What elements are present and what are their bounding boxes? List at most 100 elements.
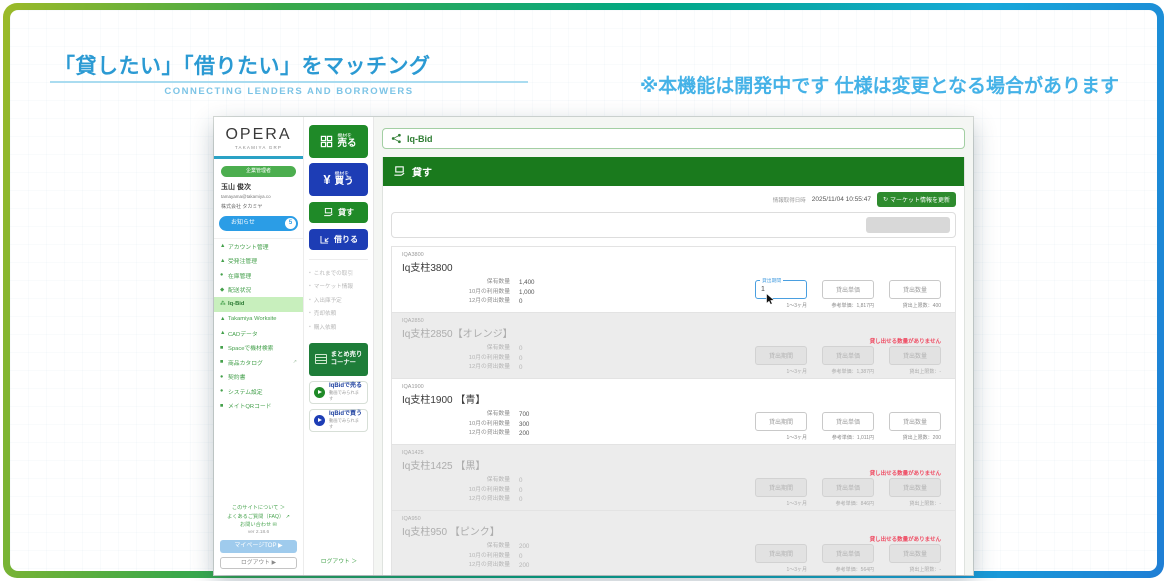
stat-value: 0 [519, 297, 522, 307]
mypage-top-button[interactable]: マイページTOP ▶ [220, 540, 297, 553]
stat-value: 0 [519, 552, 522, 562]
refresh-market-button[interactable]: ↻ マーケット情報を更新 [877, 192, 956, 207]
sidebar-item[interactable]: ▲受発注管理 [214, 254, 303, 269]
user-company: 株式会社 タカミヤ [221, 203, 296, 210]
field-group: 貸出数量貸出上限数：- [889, 544, 941, 573]
video-link-card[interactable]: IqBidで買う動画でみられます [309, 409, 368, 432]
stat-label: 保有数量 [402, 410, 510, 420]
stat-value: 0 [519, 363, 522, 373]
video-sublabel: 動画でみられます [329, 390, 363, 400]
field-group: 貸出単価参考単価：846円 [822, 478, 874, 507]
sell-button[interactable]: 機材を 売る [309, 125, 368, 158]
field-貸出単価: 貸出単価 [822, 478, 874, 497]
sidebar-item-label: CADデータ [228, 329, 258, 338]
slide: 「貸したい」「借りたい」をマッチング CONNECTING LENDERS AN… [0, 0, 1167, 581]
sidebar-item-label: メイトQRコード [228, 401, 271, 410]
bundle-icon [315, 354, 327, 364]
search-machine-icon: ■ [220, 345, 228, 351]
catalog-icon: ■ [220, 359, 228, 365]
sidebar-item[interactable]: ●システム設定 [214, 384, 303, 399]
section-header: 貸す [383, 157, 964, 186]
logout-button[interactable]: ログアウト ▶ [220, 557, 297, 569]
field-group: 貸出数量貸出上限数：- [889, 478, 941, 507]
stat-value: 0 [519, 476, 522, 486]
field-help: 1〜3ヶ月 [755, 302, 807, 309]
item-row: IQA950Iq支柱950 【ピンク】保有数量20010月の利用数量012月の貸… [392, 511, 955, 575]
bundle-sale-button[interactable]: まとめ売り コーナー [309, 343, 368, 376]
divider [309, 259, 368, 260]
field-group: 貸出単価参考単価：1,817円 [822, 280, 874, 309]
secondary-nav-label: 売却依頼 [314, 309, 336, 317]
field-help: 1〜3ヶ月 [755, 368, 807, 375]
sidebar-item-label: Spaceで機材検索 [228, 343, 273, 352]
sidebar-item[interactable]: ●在庫管理 [214, 268, 303, 283]
footer-link[interactable]: このサイトについて ＞ [214, 504, 303, 511]
field-貸出数量[interactable]: 貸出数量 [889, 280, 941, 299]
main-content: Iq-Bid 貸す 情報取得日時 2025/11/04 10:55:47 [374, 117, 973, 575]
stat-value: 1,400 [519, 278, 534, 288]
panel-footer-link[interactable]: ログアウト ＞ [304, 556, 374, 565]
user-name: 玉山 俊次 [221, 182, 296, 192]
lend-section-icon [393, 165, 406, 178]
lend-icon [323, 207, 334, 218]
field-placeholder: 貸出単価 [836, 285, 860, 294]
slide-headline: 「貸したい」「借りたい」をマッチング [54, 50, 431, 80]
sidebar-item[interactable]: ■Spaceで機材検索 [214, 341, 303, 356]
sidebar-item-label: 契約書 [228, 372, 245, 381]
lend-button[interactable]: 貸す [309, 202, 368, 223]
secondary-nav-item[interactable]: ▪購入依頼 [309, 320, 368, 334]
no-stock-warning: 貸し出せる数量がありません [870, 535, 941, 543]
stat-label: 12月の貸出数量 [402, 561, 510, 571]
buy-button[interactable]: ¥ 機材を 買う [309, 163, 368, 196]
field-placeholder: 貸出単価 [836, 549, 860, 558]
secondary-nav-item[interactable]: ▪マーケット情報 [309, 280, 368, 294]
sidebar-item[interactable]: ▲CADデータ [214, 326, 303, 341]
secondary-nav-label: 入出庫予定 [314, 296, 342, 304]
sidebar-item[interactable]: ■商品カタログ↗ [214, 355, 303, 370]
secondary-nav-label: 購入依頼 [314, 323, 336, 331]
borrow-button[interactable]: 借りる [309, 229, 368, 250]
sidebar-item[interactable]: ■メイトQRコード [214, 399, 303, 414]
secondary-nav-item[interactable]: ▪これまでの取引 [309, 266, 368, 280]
play-icon [314, 415, 325, 426]
info-label: 情報取得日時 [773, 196, 806, 204]
sidebar-item[interactable]: ●契約書 [214, 370, 303, 385]
secondary-nav-item[interactable]: ▪入出庫予定 [309, 293, 368, 307]
field-貸出単価[interactable]: 貸出単価 [822, 412, 874, 431]
secondary-nav-item[interactable]: ▪売却依頼 [309, 307, 368, 321]
field-placeholder: 貸出単価 [836, 483, 860, 492]
no-stock-warning: 貸し出せる数量がありません [870, 337, 941, 345]
sidebar-item[interactable]: ◆配送状況 [214, 283, 303, 298]
role-badge: 企業管理者 [221, 166, 296, 177]
field-group: 貸出数量貸出上限数：- [889, 346, 941, 375]
sidebar-item-label: 受発注管理 [228, 256, 257, 265]
search-panel [391, 212, 956, 238]
field-group: 貸出単価参考単価：564円 [822, 544, 874, 573]
field-貸出期間[interactable]: 貸出期間 [755, 412, 807, 431]
sidebar-item[interactable]: ⁂Iq-Bid [214, 297, 303, 312]
field-貸出期間[interactable]: 貸出期間1 [755, 280, 807, 299]
sidebar-item[interactable]: ▲アカウント管理 [214, 239, 303, 254]
sidebar-item[interactable]: ▲Takamiya Worksite [214, 312, 303, 327]
item-name: Iq支柱1425 【黒】 [402, 457, 945, 472]
notice-toggle[interactable]: お知らせ 5 [219, 216, 298, 231]
item-name: Iq支柱3800 [402, 259, 945, 274]
field-貸出単価: 貸出単価 [822, 346, 874, 365]
footer-link[interactable]: お問い合わせ ✉ [214, 521, 303, 528]
field-help: 貸出上限数：- [889, 500, 941, 507]
item-controls: 貸出期間1〜3ヶ月貸出単価参考単価：1,387円貸出数量貸出上限数：- [755, 346, 941, 375]
field-貸出単価[interactable]: 貸出単価 [822, 280, 874, 299]
field-貸出期間: 貸出期間 [755, 478, 807, 497]
search-disabled-button[interactable] [866, 217, 950, 233]
field-group: 貸出期間1〜3ヶ月 [755, 412, 807, 441]
field-group: 貸出期間1〜3ヶ月 [755, 478, 807, 507]
footer-link[interactable]: よくあるご質問（FAQ） ↗ [214, 513, 303, 520]
cad-icon: ▲ [220, 330, 228, 336]
stat-label: 10月の利用数量 [402, 420, 510, 430]
video-link-card[interactable]: IqBidで売る動画でみられます [309, 381, 368, 404]
field-placeholder: 貸出単価 [836, 417, 860, 426]
sidebar-footer: このサイトについて ＞よくあるご質問（FAQ） ↗お問い合わせ ✉ ver 2.… [214, 503, 303, 570]
field-貸出数量[interactable]: 貸出数量 [889, 412, 941, 431]
stat-value: 200 [519, 429, 529, 439]
field-placeholder: 貸出期間 [769, 417, 793, 426]
